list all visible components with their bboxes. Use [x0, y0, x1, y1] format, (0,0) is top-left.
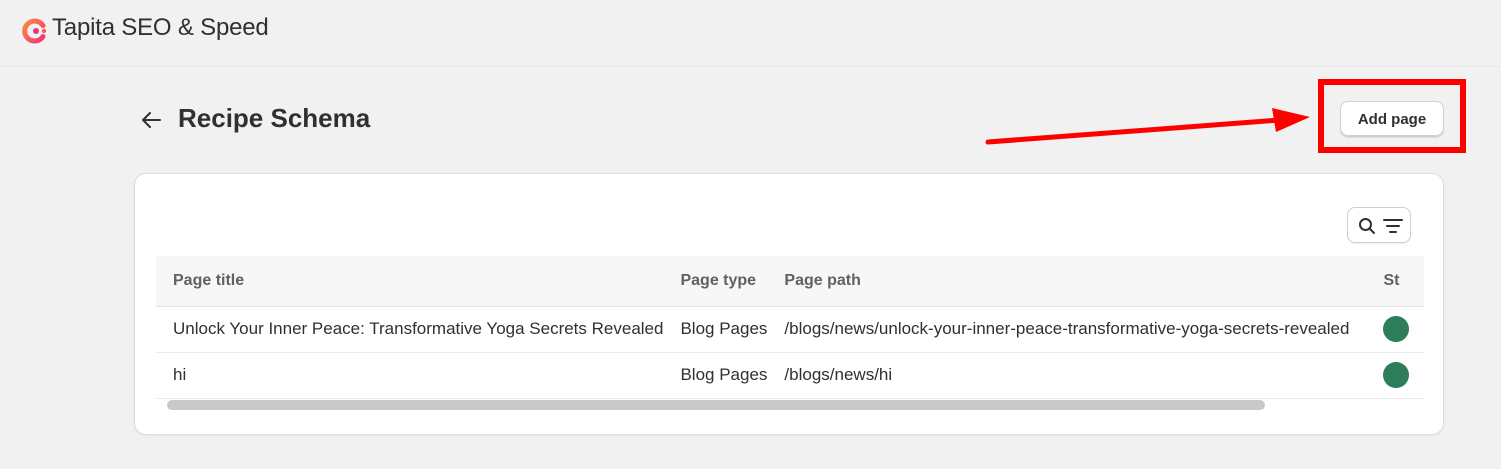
table-row[interactable]: hi Blog Pages /blogs/news/hi — [156, 352, 1424, 399]
cell-page-title: Unlock Your Inner Peace: Transformative … — [156, 306, 681, 353]
cell-page-type: Blog Pages — [680, 306, 785, 353]
cell-status — [1366, 306, 1424, 353]
cell-page-path: /blogs/news/unlock-your-inner-peace-tran… — [784, 306, 1367, 353]
filter-icon — [1383, 219, 1403, 233]
app-title: Tapita SEO & Speed — [52, 14, 269, 41]
annotation-highlight-box — [1318, 79, 1466, 153]
table-header-row: Page title Page type Page path St — [156, 256, 1424, 307]
column-header-status[interactable]: St — [1366, 256, 1424, 307]
tapita-logo-icon — [22, 18, 47, 44]
column-header-page-path[interactable]: Page path — [784, 256, 1367, 307]
cell-page-title: hi — [156, 352, 681, 399]
pages-table-container: Page title Page type Page path St Unlock… — [156, 256, 1424, 408]
cell-page-type: Blog Pages — [680, 352, 785, 399]
status-dot-icon — [1383, 362, 1410, 388]
cell-status — [1366, 352, 1424, 399]
search-icon — [1359, 218, 1375, 234]
table-row[interactable]: Unlock Your Inner Peace: Transformative … — [156, 306, 1424, 353]
app-header: Tapita SEO & Speed — [0, 0, 1501, 67]
cell-page-path: /blogs/news/hi — [784, 352, 1367, 399]
column-header-page-type[interactable]: Page type — [680, 256, 785, 307]
page-title: Recipe Schema — [178, 103, 371, 133]
pages-card: Page title Page type Page path St Unlock… — [134, 173, 1444, 435]
search-filter-button[interactable] — [1347, 207, 1411, 243]
horizontal-scrollbar[interactable] — [167, 400, 1265, 410]
annotation-arrow — [985, 108, 1310, 145]
arrow-left-icon[interactable] — [140, 110, 162, 130]
column-header-page-title[interactable]: Page title — [156, 256, 681, 307]
status-dot-icon — [1383, 316, 1410, 342]
pages-table: Page title Page type Page path St Unlock… — [156, 256, 1424, 399]
